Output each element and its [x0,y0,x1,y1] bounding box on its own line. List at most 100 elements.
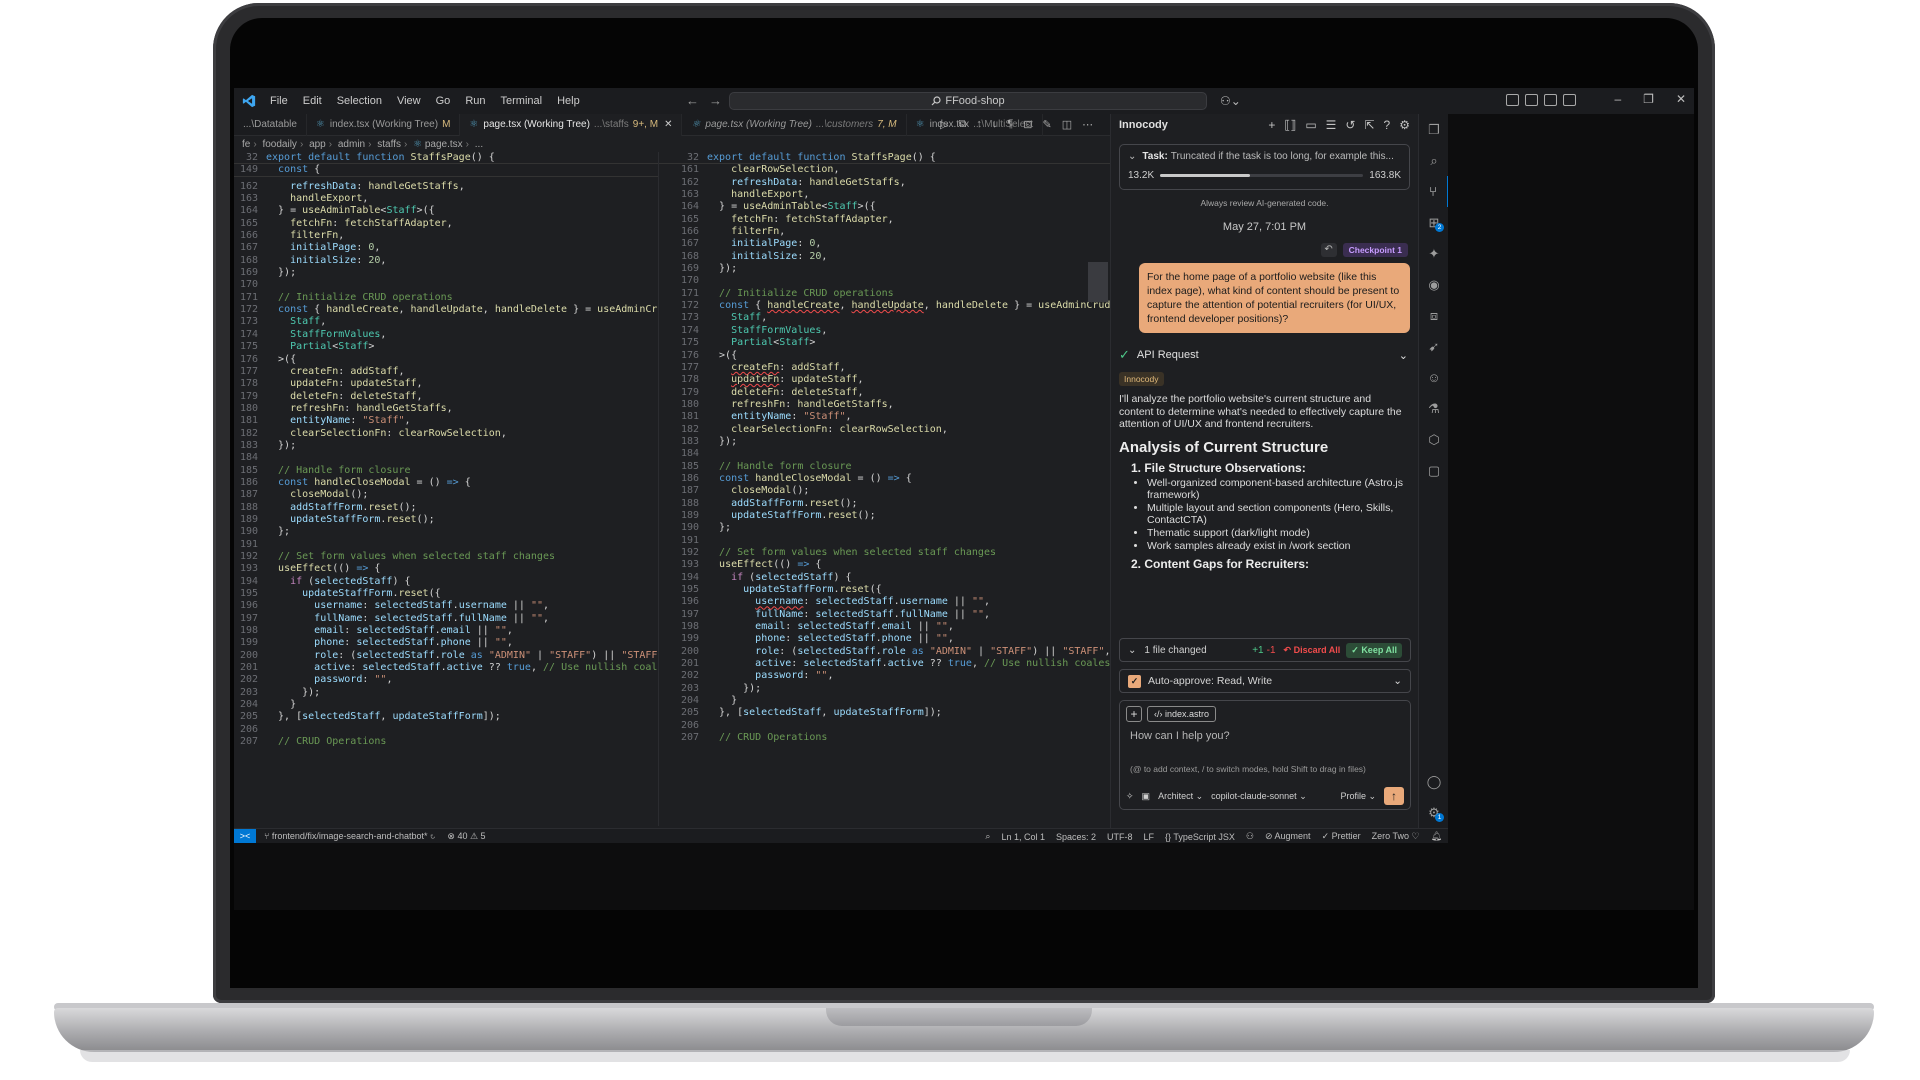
code-line[interactable]: StaffFormValues, [707,325,827,337]
close-window-icon[interactable]: ✕ [1676,92,1686,106]
code-line[interactable]: }); [707,263,737,275]
search-icon[interactable]: ⌕ [1419,145,1449,176]
cursor-position[interactable]: Ln 1, Col 1 [1001,832,1045,842]
github-icon[interactable]: ◉ [1419,269,1449,300]
help-icon[interactable]: ? [1384,118,1391,132]
copilot-status-icon[interactable]: ⚇ [1246,831,1254,842]
code-line[interactable]: role: (selectedStaff.role as "ADMIN" | "… [266,650,658,662]
image-icon[interactable]: ▣ [1142,791,1151,802]
code-line[interactable]: useEffect(() => { [266,563,380,575]
code-line[interactable]: active: selectedStaff.active ?? true, //… [266,662,658,674]
nav-arrows[interactable]: ←→ [686,93,732,108]
manage-gear-icon[interactable]: ⚙ 1 [1419,797,1449,828]
code-line[interactable]: if (selectedStaff) { [707,572,851,584]
code-line[interactable]: initialPage: 0, [707,238,821,250]
code-line[interactable]: }; [266,526,290,538]
code-line[interactable]: phone: selectedStaff.phone || "", [266,637,513,649]
back-arrow-icon[interactable]: ← [686,93,709,108]
code-line[interactable]: updateStaffForm.reset(); [707,510,876,522]
code-line[interactable]: updateStaffForm.reset({ [707,584,882,596]
code-line[interactable]: entityName: "Staff", [707,411,851,423]
tab-customers-page-working-tree[interactable]: ⚛ page.tsx (Working Tree) ...\customers 7, … [682,113,907,136]
scrollbar-thumb[interactable] [1088,262,1108,302]
code-line[interactable]: const handleCloseModal = () => { [266,477,471,489]
code-line[interactable]: const { [266,164,320,175]
theme-status[interactable]: Zero Two ♡ [1372,831,1420,842]
code-line[interactable]: }, [selectedStaff, updateStaffForm]); [266,711,501,723]
code-line[interactable]: } [707,695,737,707]
code-line[interactable]: initialSize: 20, [266,255,386,267]
package-icon[interactable]: ⬡ [1419,424,1449,455]
copy-icon[interactable]: ⧉ [958,118,966,131]
code-line[interactable]: handleExport, [707,189,809,201]
tab-index-working-tree[interactable]: ⚛ index.tsx (Working Tree) M [307,113,461,136]
code-line[interactable]: fetchFn: fetchStaffAdapter, [266,218,453,230]
code-line[interactable]: addStaffForm.reset(); [707,498,857,510]
task-summary[interactable]: ⌄ Task: Truncated if the task is too lon… [1119,144,1410,190]
code-line[interactable]: // Set form values when selected staff c… [266,551,555,563]
context-file-chip[interactable]: ‹/› index.astro [1147,706,1217,722]
breadcrumb-item[interactable]: app [309,139,326,150]
menu-go[interactable]: Go [436,95,451,107]
diff-editor-modified[interactable]: 32 export default function StaffsPage() {… [658,152,1110,826]
code-line[interactable]: initialPage: 0, [266,242,380,254]
code-line[interactable]: fullName: selectedStaff.fullName || "", [707,609,990,621]
code-line[interactable]: const handleCloseModal = () => { [707,473,912,485]
previous-change-icon[interactable]: ↑ [976,118,982,131]
code-line[interactable]: clearRowSelection, [707,164,839,176]
problems-count[interactable]: ⊗ 40 ⚠ 5 [447,831,485,842]
breadcrumb-item[interactable]: fe [242,139,250,150]
menu-file[interactable]: File [270,95,288,107]
code-line[interactable]: clearSelectionFn: clearRowSelection, [707,424,948,436]
zoom-icon[interactable]: ⌕ [985,831,990,842]
keep-all-button[interactable]: ✓ Keep All [1346,642,1402,658]
chat-input[interactable]: How can I help you? [1120,722,1410,742]
command-center-search[interactable]: FFood-shop [729,92,1207,110]
tab-datatable-index[interactable]: ...\Datatable [234,113,307,136]
code-line[interactable]: password: "", [707,670,833,682]
code-line[interactable]: }); [266,687,320,699]
restore-icon[interactable]: ❐ [1643,92,1654,106]
new-task-icon[interactable]: + [1268,118,1275,132]
auto-approve-bar[interactable]: ✓ Auto-approve: Read, Write ⌄ [1119,669,1411,693]
chevron-down-icon[interactable]: ⌄ [1393,675,1402,687]
indentation[interactable]: Spaces: 2 [1056,832,1096,842]
code-line[interactable]: createFn: addStaff, [707,362,845,374]
testing-icon[interactable]: ⚗ [1419,393,1449,424]
deploy-icon[interactable]: ➹ [1419,331,1449,362]
figma-icon[interactable]: ✦ [1419,238,1449,269]
code-line[interactable]: export default function StaffsPage() { [266,152,495,163]
explorer-icon[interactable]: ❐ [1419,114,1449,145]
code-line[interactable]: }); [707,436,737,448]
toggle-panel-icon[interactable] [1544,94,1557,106]
code-line[interactable]: updateFn: updateStaff, [707,374,863,386]
code-line[interactable]: Partial<Staff> [707,337,815,349]
code-line[interactable]: refreshData: handleGetStaffs, [707,177,906,189]
code-line[interactable]: Staff, [266,316,326,328]
code-line[interactable]: }; [707,522,731,534]
discard-all-button[interactable]: ↶ Discard All [1284,645,1341,656]
code-line[interactable]: StaffFormValues, [266,329,386,341]
code-line[interactable]: createFn: addStaff, [266,366,404,378]
code-line[interactable]: initialSize: 20, [707,251,827,263]
code-line[interactable]: addStaffForm.reset(); [266,502,416,514]
close-tab-icon[interactable]: ✕ [664,119,672,130]
code-line[interactable]: phone: selectedStaff.phone || "", [707,633,954,645]
database-icon[interactable]: ☰ [1326,118,1337,132]
code-line[interactable]: password: "", [266,674,392,686]
remote-indicator-icon[interactable]: >< [234,828,256,844]
chevron-down-icon[interactable]: ⌄ [1128,645,1136,656]
more-actions-icon[interactable]: ⋯ [1082,118,1093,131]
api-request-row[interactable]: ✓ API Request ⌄ [1119,347,1408,363]
code-line[interactable]: email: selectedStaff.email || "", [266,625,513,637]
code-line[interactable]: refreshFn: handleGetStaffs, [707,399,894,411]
menu-view[interactable]: View [397,95,421,107]
chat-icon[interactable]: ▢ [1419,455,1449,486]
code-line[interactable]: }); [266,440,296,452]
code-line[interactable]: handleExport, [266,193,368,205]
code-line[interactable]: username: selectedStaff.username || "", [266,600,549,612]
breadcrumb-item[interactable]: ... [475,139,483,150]
prettier-status[interactable]: ✓ Prettier [1322,831,1361,842]
code-line[interactable]: } = useAdminTable<Staff>({ [266,205,435,217]
menu-help[interactable]: Help [557,95,580,107]
